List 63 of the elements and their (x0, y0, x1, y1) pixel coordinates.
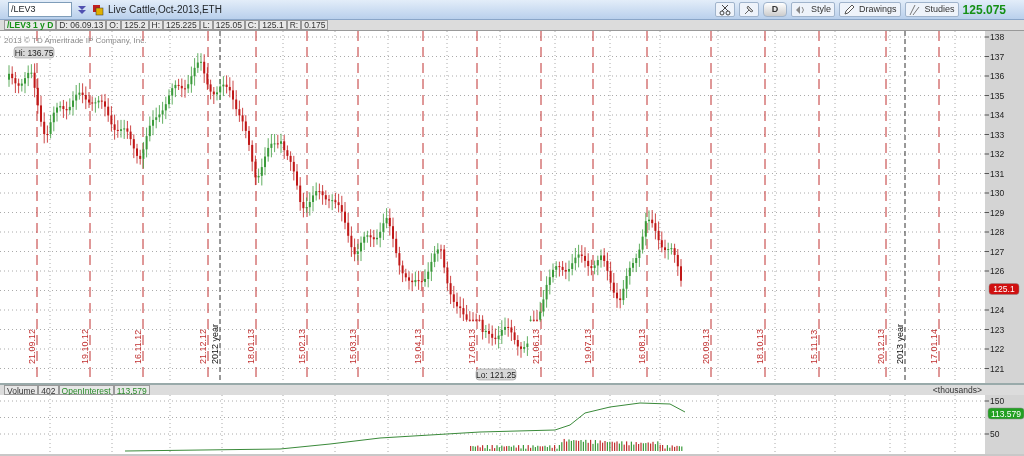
price-axis-label: 126 (990, 266, 1005, 276)
price-axis-label: 138 (990, 32, 1005, 42)
price-axis-label: 135 (990, 90, 1005, 101)
date-label: 19.10.12 (80, 328, 90, 364)
open-interest-tag: 113.579 (987, 407, 1024, 420)
price-axis-label: 123 (990, 324, 1005, 335)
date-label: 17.01.14 (929, 328, 939, 364)
date-label: 19.07.13 (583, 328, 593, 364)
price-axis-label: 121 (990, 363, 1005, 374)
chart-title: /LEV3 1 y D (4, 20, 57, 30)
price-axis-label: 127 (990, 246, 1005, 257)
date-label: 20.12.13 (876, 328, 886, 364)
info-cell: O: (106, 20, 122, 30)
date-label: 19.04.13 (413, 328, 423, 364)
date-label: 17.05.13 (467, 328, 477, 364)
info-cell: 0.175 (301, 20, 329, 30)
info-cell: L: (199, 20, 213, 30)
toolbar-button[interactable]: Studies (904, 2, 959, 17)
price-axis-label: 134 (990, 110, 1005, 120)
date-label: 16.11.12 (133, 329, 143, 364)
low-price-label: Lo: 121.25 (475, 368, 517, 381)
year-label: 2012 year (210, 323, 220, 364)
date-label: 16.08.13 (637, 328, 647, 364)
date-label: 21.09.12 (27, 328, 37, 364)
last-price: 125.075 (962, 1, 1006, 19)
info-cell: C: (244, 20, 260, 30)
info-cell: H: (148, 20, 164, 30)
price-axis-label: 131 (990, 168, 1005, 179)
toolbar-button[interactable]: Style (791, 2, 836, 17)
price-axis-label: 129 (990, 207, 1005, 218)
price-axis-label: 133 (990, 129, 1005, 140)
study-axis-label: 150 (990, 396, 1005, 406)
date-label: 21.12.12 (198, 328, 208, 364)
info-cell: 125.225 (163, 20, 200, 30)
aggregation-button[interactable]: D (763, 2, 788, 17)
date-label: 15.11.13 (809, 329, 819, 364)
price-axis-label: 128 (990, 227, 1005, 237)
symbol-field[interactable]: /LEV3 (8, 2, 72, 17)
high-price-label: Hi: 136.75 (13, 46, 55, 59)
year-label: 2013 year (895, 323, 905, 364)
date-label: 21.06.13 (531, 328, 541, 364)
instrument-description: Live Cattle,Oct-2013,ETH (108, 3, 222, 17)
price-axis-label: 124 (990, 305, 1005, 315)
price-axis-label: 130 (990, 188, 1005, 198)
date-label: 20.09.13 (701, 328, 711, 364)
last-price-tag: 125.1 (988, 283, 1020, 295)
date-label: 18.01.13 (246, 328, 256, 364)
date-label: 15.03.13 (348, 328, 358, 364)
info-cell: R: (286, 20, 302, 30)
study-axis-label: 50 (990, 429, 1000, 439)
price-axis-label: 137 (990, 51, 1005, 62)
toolbar-button[interactable]: Drawings (839, 2, 901, 17)
date-label: 15.02.13 (297, 328, 307, 364)
info-cell: 125.2 (121, 20, 149, 30)
price-axis-label: 122 (990, 344, 1005, 354)
price-axis-label: 136 (990, 71, 1005, 81)
info-cell: 125.05 (212, 20, 245, 30)
units-label: <thousands> (932, 385, 982, 395)
date-label: 18.10.13 (755, 328, 765, 364)
copyright-text: 2013 © TD Ameritrade IP Company, Inc. (4, 36, 147, 45)
price-axis-label: 132 (990, 149, 1005, 159)
info-cell: 125.1 (259, 20, 287, 30)
info-cell: D: 06.09.13 (56, 20, 107, 30)
